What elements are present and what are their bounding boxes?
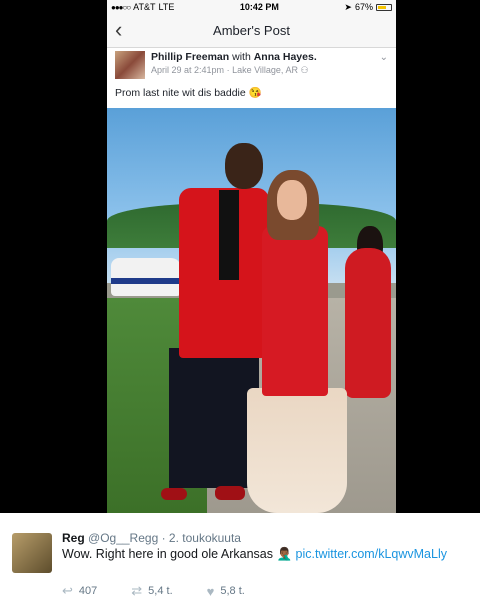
post-location[interactable]: Lake Village, AR [232, 65, 298, 75]
woman-skirt [247, 388, 347, 513]
heart-icon: ♥ [206, 583, 215, 599]
tweet-actions: ↩ 407 ⇄ 5,4 t. ♥ 5,8 t. [62, 583, 279, 599]
man-pants [169, 348, 259, 488]
post-text: Prom last nite wit dis baddie 😘 [107, 84, 396, 108]
kiss-emoji: 😘 [248, 87, 262, 99]
reply-icon: ↩ [62, 583, 73, 598]
tweet-text: Wow. Right here in good ole Arkansas 🤦🏾‍… [62, 547, 447, 562]
man-shoe [161, 488, 187, 500]
nav-bar: ‹ Amber's Post [107, 14, 396, 48]
friends-icon: ⚇ [300, 65, 309, 75]
retweet-button[interactable]: ⇄ 5,4 t. [131, 583, 172, 599]
woman-face [277, 180, 307, 220]
tagged-name[interactable]: Anna Hayes. [254, 51, 317, 63]
signal-icon: ●●●○○ [111, 2, 131, 12]
facebook-screenshot: ●●●○○ AT&T LTE 10:42 PM ➤ 67% ‹ Amber's … [0, 0, 480, 513]
tweet-date[interactable]: · 2. toukokuuta [162, 531, 241, 545]
carrier: AT&T [133, 2, 156, 12]
police-car-stripe [111, 278, 181, 284]
reply-button[interactable]: ↩ 407 [62, 583, 97, 599]
clock: 10:42 PM [239, 2, 279, 12]
author-name[interactable]: Phillip Freeman [151, 51, 229, 63]
avatar[interactable] [12, 533, 52, 573]
man-head [225, 143, 263, 189]
like-button[interactable]: ♥ 5,8 t. [207, 584, 245, 599]
woman-red-lace-bodice [262, 226, 328, 396]
network-type: LTE [158, 2, 175, 12]
man-shoe [215, 486, 245, 500]
tweet-header: Reg @Og__Regg · 2. toukokuuta [62, 531, 241, 545]
tweet: Reg @Og__Regg · 2. toukokuuta Wow. Right… [0, 513, 480, 602]
page: ●●●○○ AT&T LTE 10:42 PM ➤ 67% ‹ Amber's … [0, 0, 480, 602]
chevron-left-icon[interactable]: ‹ [115, 18, 122, 42]
retweet-count: 5,4 t. [148, 585, 173, 597]
page-title: Amber's Post [213, 23, 290, 38]
battery-icon [375, 3, 392, 11]
post-caption: Prom last nite wit dis baddie [115, 87, 246, 99]
status-bar: ●●●○○ AT&T LTE 10:42 PM ➤ 67% [107, 0, 396, 14]
location-icon: ➤ [344, 1, 352, 12]
reply-count: 407 [78, 585, 98, 597]
post-photo[interactable] [107, 108, 396, 513]
chevron-down-icon[interactable]: ⌄ [380, 52, 388, 63]
tweet-body: Wow. Right here in good ole Arkansas 🤦🏾‍… [62, 547, 293, 561]
background-person-dress [345, 248, 391, 398]
post-date[interactable]: April 29 at 2:41pm [151, 65, 224, 75]
police-car [111, 258, 181, 296]
with-label: with [232, 51, 251, 63]
like-count: 5,8 t. [220, 585, 245, 597]
avatar[interactable] [115, 51, 145, 79]
post-header: Phillip Freeman with Anna Hayes. April 2… [107, 48, 396, 84]
man-shirt [219, 190, 239, 280]
tweet-link[interactable]: pic.twitter.com/kLqwvMaLly [296, 547, 447, 561]
retweet-icon: ⇄ [131, 583, 143, 598]
tweet-handle[interactable]: @Og__Regg [88, 531, 158, 545]
tweet-author-name[interactable]: Reg [62, 531, 85, 545]
phone-screen: ●●●○○ AT&T LTE 10:42 PM ➤ 67% ‹ Amber's … [107, 0, 396, 513]
battery-percent: 67% [354, 2, 373, 12]
